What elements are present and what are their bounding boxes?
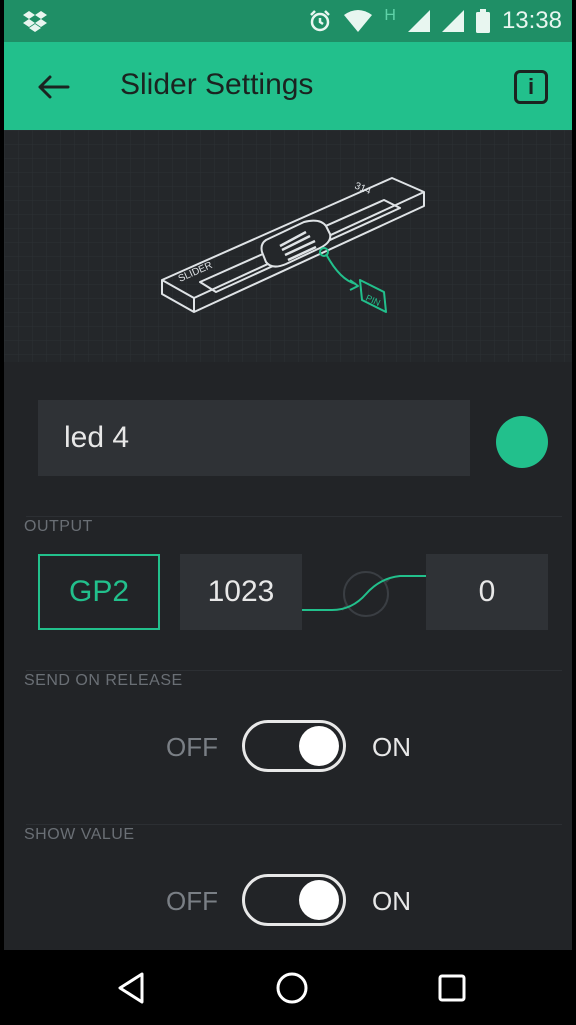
show-value-toggle[interactable] <box>242 874 346 926</box>
send-on-release-on-label: ON <box>372 732 411 762</box>
show-value-off-label: OFF <box>166 886 218 916</box>
recents-square-icon[interactable] <box>434 970 470 1006</box>
pin-selector-button[interactable]: GP2 <box>38 554 160 630</box>
divider <box>26 516 562 517</box>
color-picker-button[interactable] <box>496 416 548 468</box>
signal-icon <box>407 10 430 32</box>
slider-illustration: SLIDER 314 PIN <box>4 130 572 362</box>
app-bar: Slider Settings i <box>4 42 572 130</box>
widget-illustration-graphic: SLIDER 314 PIN <box>4 130 572 362</box>
widget-name-value: led 4 <box>64 421 130 454</box>
page-title: Slider Settings <box>120 68 314 101</box>
clock: 13:38 <box>501 7 562 34</box>
min-value: 0 <box>478 575 496 608</box>
battery-icon <box>475 9 490 33</box>
status-icons: H 13:38 <box>308 6 562 36</box>
home-circle-icon[interactable] <box>274 970 310 1006</box>
send-on-release-off-label: OFF <box>166 732 218 762</box>
divider <box>26 670 562 671</box>
network-type-label: H <box>384 7 396 24</box>
toggle-knob <box>299 726 339 766</box>
output-section-label: OUTPUT <box>24 518 93 535</box>
send-on-release-toggle-row: OFF ON <box>4 718 572 778</box>
send-on-release-toggle[interactable] <box>242 720 346 772</box>
range-curve-icon <box>302 571 426 617</box>
status-bar: H 13:38 <box>4 0 572 42</box>
toggle-knob <box>299 880 339 920</box>
alarm-icon <box>310 10 331 32</box>
widget-name-input[interactable]: led 4 <box>38 400 470 476</box>
send-on-release-section-label: SEND ON RELEASE <box>24 672 183 689</box>
max-value-input[interactable]: 1023 <box>180 554 302 630</box>
divider <box>26 824 562 825</box>
settings-content: led 4 OUTPUT GP2 1023 0 SEND ON RELEASE … <box>4 362 572 950</box>
info-button[interactable]: i <box>514 70 548 104</box>
info-icon: i <box>527 74 535 99</box>
show-value-section-label: SHOW VALUE <box>24 826 135 843</box>
signal-icon <box>441 10 464 32</box>
back-triangle-icon[interactable] <box>114 970 150 1006</box>
arrow-left-icon[interactable] <box>34 68 72 106</box>
app-screen: H 13:38 Slider Settings i SLIDER 314 PIN… <box>4 0 572 1025</box>
wifi-icon <box>344 10 373 32</box>
max-value: 1023 <box>207 575 275 608</box>
dropbox-icon <box>23 11 47 32</box>
navigation-bar <box>4 950 572 1025</box>
min-value-input[interactable]: 0 <box>426 554 548 630</box>
pin-value: GP2 <box>68 575 130 608</box>
show-value-toggle-row: OFF ON <box>4 872 572 932</box>
show-value-on-label: ON <box>372 886 411 916</box>
